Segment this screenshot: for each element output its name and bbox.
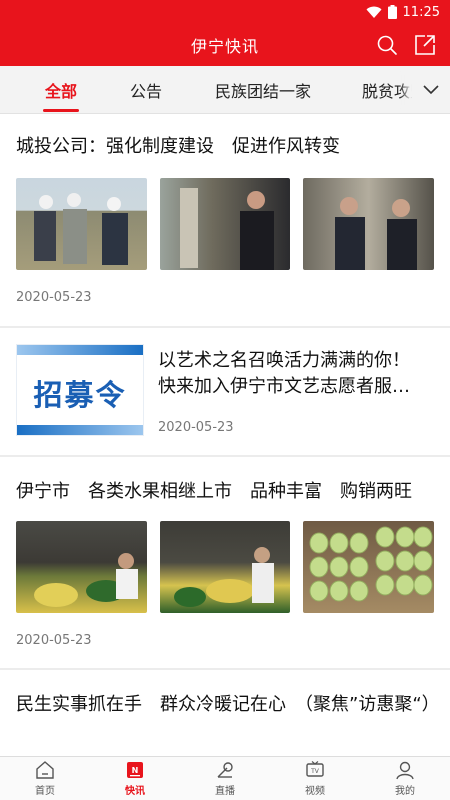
news-icon: N [127, 762, 143, 778]
search-icon[interactable] [376, 34, 398, 56]
svg-text:N: N [132, 766, 139, 775]
nav-profile[interactable]: 我的 [360, 757, 450, 800]
nav-live[interactable]: 直播 [180, 757, 270, 800]
nav-label: 快讯 [125, 786, 145, 797]
nav-news[interactable]: N 快讯 [90, 757, 180, 800]
share-icon[interactable] [414, 34, 436, 56]
article-title: 伊宁市 各类水果相继上市 品种丰富 购销两旺 [16, 481, 412, 502]
expand-tabs-button[interactable] [412, 66, 450, 113]
nav-label: 直播 [215, 786, 235, 797]
page-title: 伊宁快讯 [190, 37, 259, 56]
banner-stripe [17, 345, 143, 355]
bottom-navigation: 首页 N 快讯 直播 TV 视频 我的 [0, 756, 450, 800]
battery-icon [387, 5, 397, 19]
article-date: 2020-05-23 [158, 420, 234, 435]
article-image [16, 521, 147, 613]
article-title-line: 快来加入伊宁市文艺志愿者服… [158, 376, 410, 397]
article-title: 城投公司：强化制度建设 促进作风转变 [16, 136, 340, 157]
article-date: 2020-05-23 [16, 633, 92, 648]
category-tabs: 全部 公告 民族团结一家 脱贫攻坚 [0, 66, 450, 114]
tab-ethnic-unity[interactable]: 民族团结一家 [215, 66, 311, 113]
nav-label: 首页 [35, 786, 55, 797]
article-image [16, 178, 147, 270]
article-image [159, 178, 291, 270]
list-item[interactable]: 招募令 以艺术之名召唤活力满满的你！ 快来加入伊宁市文艺志愿者服… 2020-0… [0, 328, 450, 457]
chevron-down-icon [423, 85, 439, 95]
status-time: 11:25 [402, 4, 440, 20]
list-item[interactable]: 伊宁市 各类水果相继上市 品种丰富 购销两旺 2020-05-23 [0, 457, 450, 670]
live-icon [217, 762, 233, 778]
article-image [159, 521, 291, 613]
article-title: 民生实事抓在手 群众冷暖记在心 （聚焦”访惠聚“） [16, 694, 440, 715]
profile-icon [396, 761, 414, 780]
article-date: 2020-05-23 [16, 290, 92, 305]
nav-label: 我的 [395, 786, 415, 797]
tab-announcements[interactable]: 公告 [130, 66, 162, 113]
status-bar: 11:25 [0, 0, 450, 24]
article-title: 以艺术之名召唤活力满满的你！ 快来加入伊宁市文艺志愿者服… [158, 348, 434, 400]
recruitment-banner-image: 招募令 [16, 344, 144, 436]
tv-icon: TV [306, 761, 324, 777]
banner-stripe [17, 425, 143, 435]
tab-all[interactable]: 全部 [42, 66, 80, 113]
home-icon [36, 761, 54, 779]
list-item[interactable]: 民生实事抓在手 群众冷暖记在心 （聚焦”访惠聚“） [0, 670, 450, 719]
article-image [303, 521, 435, 613]
list-item[interactable]: 城投公司：强化制度建设 促进作风转变 2020-05-23 [0, 114, 450, 328]
nav-video[interactable]: TV 视频 [270, 757, 360, 800]
nav-home[interactable]: 首页 [0, 757, 90, 800]
banner-text: 招募令 [33, 378, 127, 412]
wifi-icon [366, 6, 382, 18]
svg-text:TV: TV [310, 768, 320, 775]
news-feed[interactable]: 城投公司：强化制度建设 促进作风转变 2020-05-23 招募令 以艺术之名召… [0, 114, 450, 756]
article-image [303, 178, 435, 270]
article-title-line: 以艺术之名召唤活力满满的你！ [158, 350, 410, 371]
app-header: 伊宁快讯 [0, 24, 450, 66]
nav-label: 视频 [305, 786, 325, 797]
